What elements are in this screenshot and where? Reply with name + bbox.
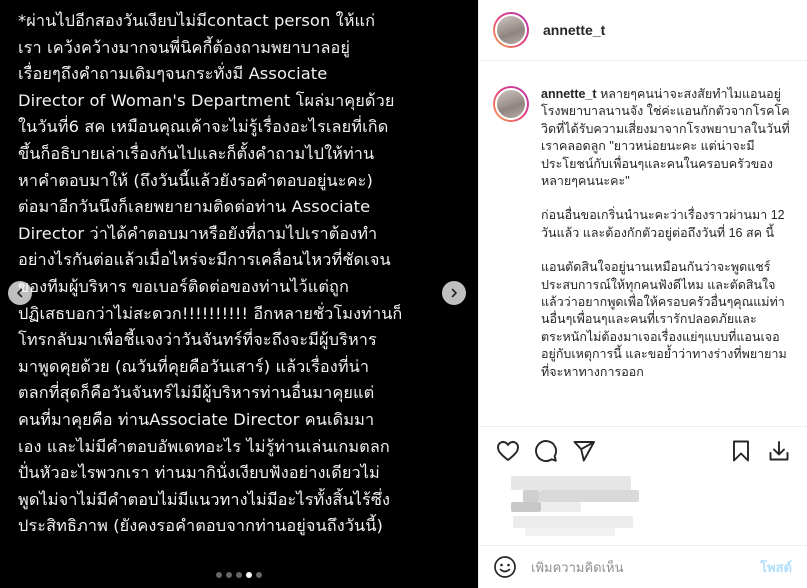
avatar-image: [495, 88, 527, 120]
download-button[interactable]: [760, 432, 798, 470]
chevron-right-icon: [451, 288, 457, 298]
image-text-line: ของทีมผู้บริหาร ขอเบอร์ติดต่อของท่านไว้แ…: [18, 276, 349, 296]
avatar-image: [495, 14, 527, 46]
post-header: annette_t: [479, 0, 807, 61]
blurred-content: [511, 476, 631, 490]
comment-icon: [535, 439, 557, 462]
likes-area-blurred: [493, 472, 793, 544]
image-text-line: เรา เคว้งคว้างมากจนพี่นิคกี้ต้องถามพยาบา…: [18, 37, 351, 57]
image-text-line: ในวันที่6 สค เหมือนคุณเค้าจะไม่รู้เรื่อง…: [18, 117, 389, 137]
post-image: *ผ่านไปอีกสองวันเงียบไม่มีcontact person…: [0, 0, 478, 588]
caption-body: annette_t หลายๆคนน่าจะสงสัยทำไมแอนอยู่โร…: [541, 86, 792, 398]
action-bar: [479, 426, 807, 474]
blurred-content: [525, 528, 615, 536]
download-icon: [769, 440, 789, 460]
image-text-line: ประสิทธิภาพ (ยังคงรอคำตอบจากท่านอยู่จนถึ…: [18, 516, 383, 536]
comment-input[interactable]: [531, 559, 761, 575]
header-username[interactable]: annette_t: [543, 22, 605, 38]
carousel-indicator: [0, 572, 478, 578]
image-text-line: *ผ่านไปอีกสองวันเงียบไม่มีcontact person…: [18, 11, 376, 30]
carousel-dot: [256, 572, 262, 578]
post-image-text: *ผ่านไปอีกสองวันเงียบไม่มีcontact person…: [18, 8, 468, 540]
comment-button[interactable]: [527, 432, 565, 470]
carousel-dot: [226, 572, 232, 578]
caption-username[interactable]: annette_t: [541, 87, 597, 101]
blurred-content: [541, 502, 581, 512]
previous-image-button[interactable]: [8, 281, 32, 305]
carousel-dot-active: [246, 572, 252, 578]
avatar[interactable]: [493, 12, 529, 48]
post-side-panel: annette_t annette_t หลายๆคนน่าจะสงสัยทำไ…: [478, 0, 807, 588]
blurred-content: [513, 516, 633, 528]
image-text-line: มาพูดคุยด้วย (ณวันที่คุยคือวันเสาร์) แล้…: [18, 356, 370, 376]
image-text-line: เรื่อยๆถึงคำถามเดิมๆจนกระทั่งมี Associat…: [18, 64, 328, 84]
blurred-content: [539, 490, 639, 502]
blurred-content: [511, 502, 541, 512]
comment-form: โพสต์: [479, 545, 807, 588]
caption-paragraph: แอนตัดสินใจอยู่นานเหมือนกันว่าจะพูดแชร์ป…: [541, 260, 787, 379]
blurred-content: [523, 490, 539, 502]
caption-avatar[interactable]: [493, 86, 529, 122]
image-text-line: ตลกที่สุดก็คือวันจันทร์ไม่มีผู้บริหารท่า…: [18, 383, 375, 403]
like-button[interactable]: [489, 432, 527, 470]
caption-text: หลายๆคนน่าจะสงสัยทำไมแอนอยู่โรงพยาบาลนาน…: [541, 87, 790, 189]
image-text-line: Director ว่าได้คำตอบมาหรือยังที่ถามไปเรา…: [18, 223, 378, 243]
image-text-line: เอง และไม่มีคำตอบอัพเดทอะไร ไม่รู้ท่านเล…: [18, 436, 390, 456]
image-text-line: ปั่นหัวอะไรพวกเรา ท่านมากินั่งเงียบฟังอย…: [18, 463, 380, 483]
image-text-line: ขึ้นก็อธิบายเล่าเรื่องกันไปและก็ตั้งคำถา…: [18, 143, 375, 163]
image-text-line: คนที่มาคุยคือ ท่านAssociate Director คนเ…: [18, 409, 375, 429]
image-text-line: หาคำตอบมาให้ (ถึงวันนี้แล้วยังรอคำตอบอยู…: [18, 170, 373, 190]
share-icon: [573, 440, 595, 461]
chevron-left-icon: [17, 288, 23, 298]
image-text-line: พูดไม่จาไม่มีคำตอบไม่มีแนวทางไม่มีอะไรทั…: [18, 489, 391, 509]
image-text-line: โทรกลับมาเพื่อชี้แจงว่าวันจันทร์ที่จะถึง…: [18, 330, 377, 350]
caption: annette_t หลายๆคนน่าจะสงสัยทำไมแอนอยู่โร…: [493, 86, 792, 398]
carousel-dot: [236, 572, 242, 578]
image-text-line: ต่อมาอีกวันนึงก็เลยพยายามติดต่อท่าน Asso…: [18, 197, 371, 217]
save-button[interactable]: [722, 432, 760, 470]
heart-icon: [497, 440, 519, 461]
bookmark-icon: [733, 440, 749, 461]
carousel-dot: [216, 572, 222, 578]
next-image-button[interactable]: [442, 281, 466, 305]
image-text-line: Director of Woman's Department โผล่มาคุย…: [18, 90, 395, 110]
emoji-icon[interactable]: [493, 555, 517, 579]
caption-area[interactable]: annette_t หลายๆคนน่าจะสงสัยทำไมแอนอยู่โร…: [479, 62, 807, 426]
post-comment-button[interactable]: โพสต์: [760, 557, 792, 578]
share-button[interactable]: [565, 432, 603, 470]
caption-paragraph: ก่อนอื่นขอเกริ่นนำนะคะว่าเรื่องราวผ่านมา…: [541, 208, 785, 240]
caption-paragraph: annette_t หลายๆคนน่าจะสงสัยทำไมแอนอยู่โร…: [541, 86, 792, 190]
image-text-line: อย่างไรกันต่อแล้วเมื่อไหร่จะมีการเคลื่อน…: [18, 250, 391, 270]
image-text-line: ปฏิเสธบอกว่าไม่สะดวก!!!!!!!!!! อีกหลายชั…: [18, 303, 403, 323]
